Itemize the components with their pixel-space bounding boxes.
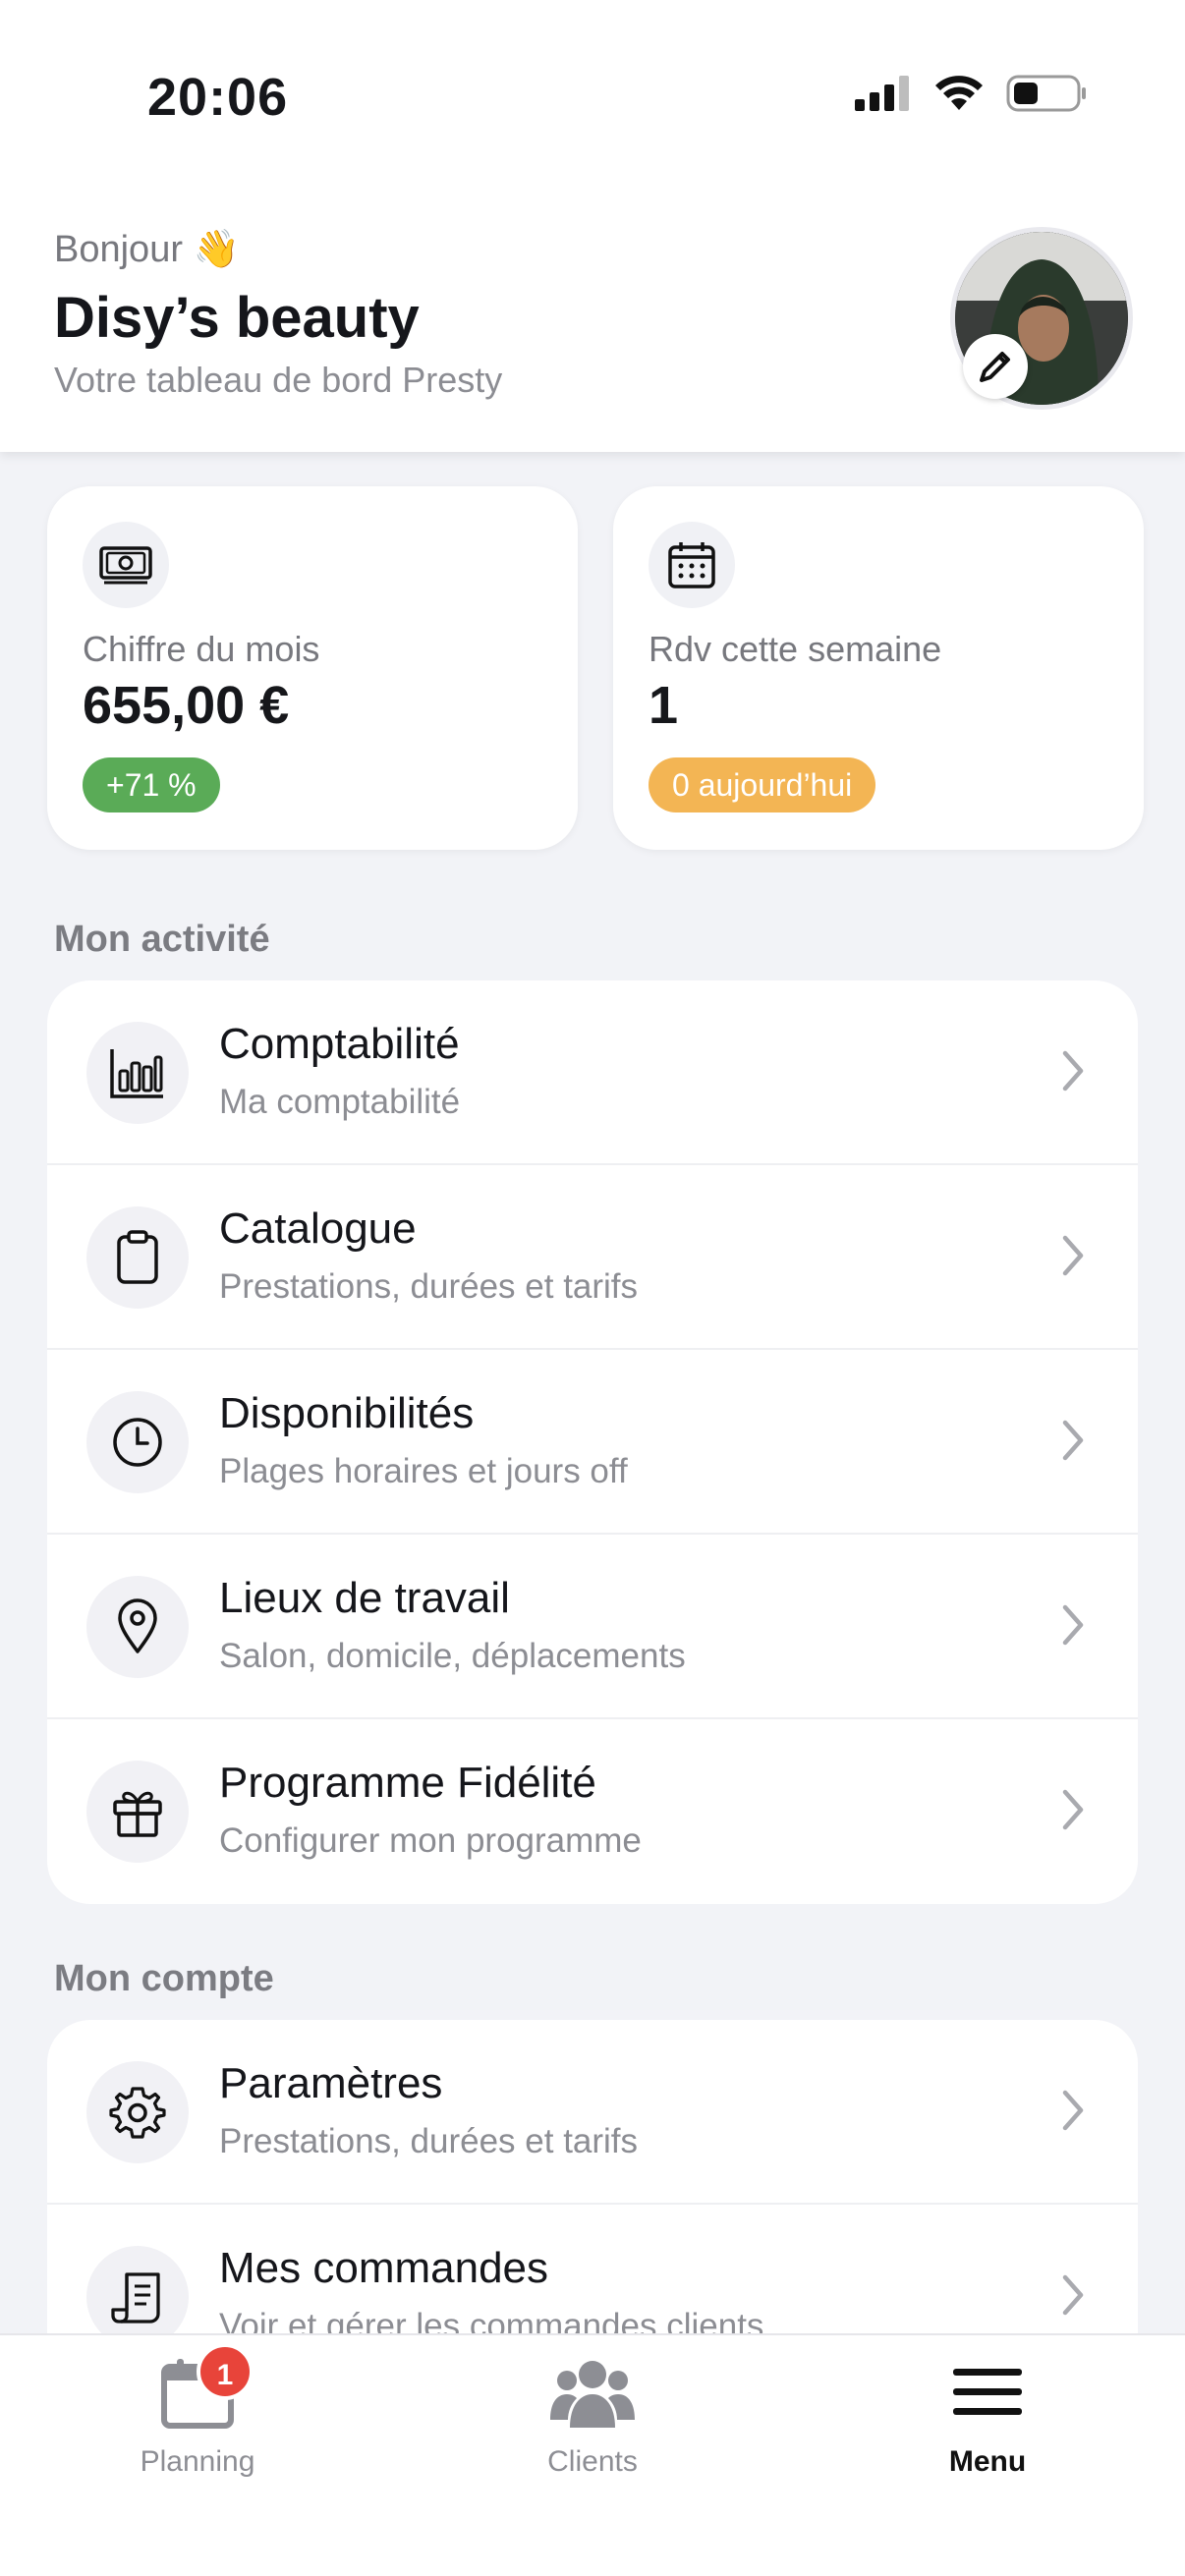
wifi-icon	[935, 76, 983, 110]
list-item-catalogue[interactable]: Catalogue Prestations, durées et tarifs	[47, 1165, 1138, 1350]
location-pin-icon	[86, 1576, 189, 1678]
monthly-revenue-card[interactable]: Chiffre du mois 655,00 € +71 %	[47, 486, 578, 850]
tab-menu[interactable]: Menu	[790, 2335, 1185, 2492]
pencil-icon	[980, 352, 1010, 382]
gift-icon	[86, 1761, 189, 1863]
status-icons	[855, 74, 1087, 113]
people-icon	[550, 2361, 635, 2428]
chevron-right-icon	[1062, 2274, 1084, 2316]
item-title: Mes commandes	[219, 2244, 549, 2292]
item-title: Disponibilités	[219, 1389, 475, 1437]
tab-planning[interactable]: 1 Planning	[0, 2335, 395, 2492]
chevron-right-icon	[1062, 1235, 1084, 1276]
hamburger-icon	[953, 2369, 1022, 2415]
item-description: Plages horaires et jours off	[219, 1452, 628, 1490]
list-item-disponibilites[interactable]: Disponibilités Plages horaires et jours …	[47, 1350, 1138, 1535]
item-description: Prestations, durées et tarifs	[219, 2122, 639, 2160]
item-title: Catalogue	[219, 1204, 417, 1253]
item-title: Programme Fidélité	[219, 1759, 596, 1807]
stat-label: Chiffre du mois	[83, 629, 320, 669]
stat-value: 1	[649, 676, 679, 735]
list-item-programme-fidelite[interactable]: Programme Fidélité Configurer mon progra…	[47, 1719, 1138, 1904]
item-title: Comptabilité	[219, 1020, 460, 1068]
item-description: Prestations, durées et tarifs	[219, 1267, 639, 1306]
chevron-right-icon	[1062, 1604, 1084, 1646]
battery-icon	[1006, 75, 1086, 112]
today-badge: 0 aujourd’hui	[649, 757, 876, 812]
calendar-icon	[649, 522, 735, 608]
growth-badge: +71 %	[83, 757, 220, 812]
item-title: Lieux de travail	[219, 1574, 510, 1622]
list-item-lieux-de-travail[interactable]: Lieux de travail Salon, domicile, déplac…	[47, 1535, 1138, 1719]
gear-icon	[86, 2061, 189, 2163]
greeting: Bonjour 👋	[54, 229, 240, 270]
section-title-activity: Mon activité	[54, 919, 270, 960]
clipboard-icon	[86, 1206, 189, 1309]
chevron-right-icon	[1062, 1420, 1084, 1461]
chevron-right-icon	[1062, 2090, 1084, 2131]
stat-value: 655,00 €	[83, 676, 290, 735]
status-time: 20:06	[147, 68, 289, 127]
item-title: Paramètres	[219, 2059, 443, 2107]
weekly-appointments-card[interactable]: Rdv cette semaine 1 0 aujourd’hui	[613, 486, 1144, 850]
notification-badge: 1	[197, 2343, 254, 2400]
tab-label: Menu	[948, 2445, 1027, 2478]
tab-label: Clients	[547, 2445, 638, 2478]
signal-icon	[855, 76, 909, 111]
section-title-account: Mon compte	[54, 1958, 274, 1999]
activity-list: Comptabilité Ma comptabilité Catalogue P…	[47, 980, 1138, 1904]
item-description: Salon, domicile, déplacements	[219, 1637, 686, 1675]
list-item-parametres[interactable]: Paramètres Prestations, durées et tarifs	[47, 2020, 1138, 2205]
clock-icon	[86, 1391, 189, 1493]
bar-chart-icon	[86, 1022, 189, 1124]
chevron-right-icon	[1062, 1789, 1084, 1830]
dashboard-subtitle: Votre tableau de bord Presty	[54, 360, 503, 400]
chevron-right-icon	[1062, 1050, 1084, 1092]
list-item-comptabilite[interactable]: Comptabilité Ma comptabilité	[47, 980, 1138, 1165]
banknote-icon	[83, 522, 169, 608]
edit-avatar-button[interactable]	[963, 334, 1028, 399]
stat-label: Rdv cette semaine	[649, 629, 942, 669]
item-description: Ma comptabilité	[219, 1083, 461, 1121]
tab-clients[interactable]: Clients	[395, 2335, 790, 2492]
shop-name: Disy’s beauty	[54, 286, 420, 350]
tab-label: Planning	[140, 2445, 255, 2478]
tab-bar: 1 Planning Clients Menu	[0, 2333, 1185, 2576]
item-description: Configurer mon programme	[219, 1821, 642, 1860]
header: 20:06 Bonjour 👋 Disy’s beauty Votre tabl…	[0, 0, 1185, 452]
